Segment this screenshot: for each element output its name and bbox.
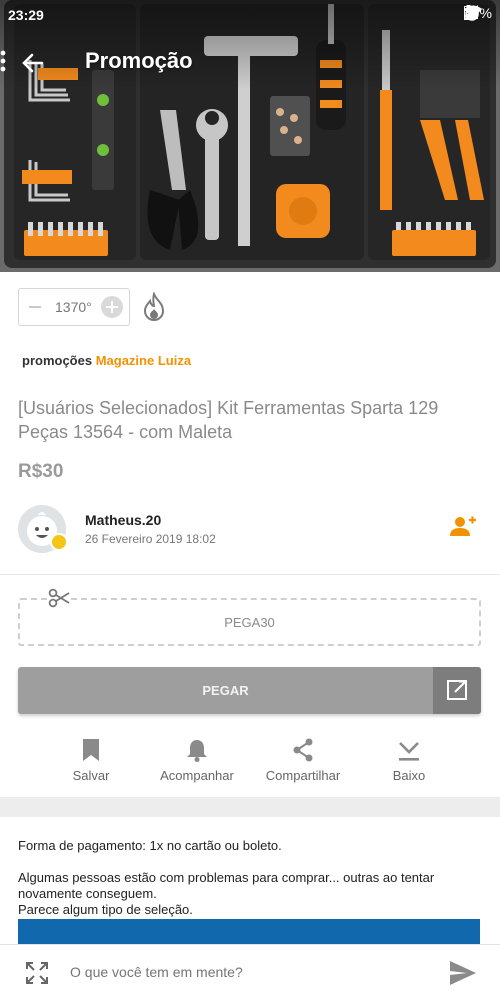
author-name[interactable]: Matheus.20 (85, 512, 161, 528)
arrow-back-icon[interactable] (18, 48, 48, 78)
scissors-icon (48, 588, 70, 608)
divider (0, 574, 500, 575)
coupon-box[interactable]: PEGA30 (18, 598, 481, 646)
store-line: promoções Magazine Luiza (22, 353, 191, 368)
plus-icon[interactable] (101, 296, 123, 318)
send-icon[interactable] (449, 960, 477, 986)
follow-action[interactable]: Acompanhar (142, 738, 252, 783)
share-label: Compartilhar (265, 768, 341, 783)
chevron-down-icon (399, 742, 419, 761)
deal-title: [Usuários Selecionados] Kit Ferramentas … (18, 398, 439, 442)
fire-icon (143, 292, 165, 321)
save-action[interactable]: Salvar (36, 738, 146, 783)
get-deal-label: PEGAR (202, 683, 249, 698)
bookmark-icon (83, 739, 99, 761)
get-deal-button[interactable]: PEGAR (18, 667, 481, 714)
share-icon (293, 738, 313, 762)
description-line-1: Algumas pessoas estão com problemas para… (18, 870, 435, 901)
downvote-label: Baixo (392, 768, 426, 783)
post-date: 26 Fevereiro 2019 18:02 (85, 532, 216, 546)
status-bar: 23:29 37% (0, 0, 500, 32)
bell-icon (187, 740, 207, 762)
vote-count: 1370° (55, 299, 92, 315)
store-name[interactable]: Magazine Luiza (96, 353, 191, 368)
deal-description: Forma de pagamento: 1x no cartão ou bole… (18, 838, 483, 918)
status-time: 23:29 (8, 7, 44, 23)
coupon-code: PEGA30 (224, 615, 275, 630)
deal-price: R$30 (18, 461, 64, 482)
store-prefix: promoções (22, 353, 93, 368)
open-external-icon (447, 680, 467, 700)
description-line-2: Parece algum tipo de seleção. (18, 902, 193, 917)
expand-icon[interactable] (26, 962, 48, 984)
payment-text: Forma de pagamento: 1x no cartão ou bole… (18, 838, 282, 853)
save-label: Salvar (72, 768, 110, 783)
follow-label: Acompanhar (160, 768, 234, 783)
add-person-icon[interactable] (450, 516, 476, 538)
user-badge-icon (50, 533, 68, 551)
vote-control: 1370° (18, 288, 130, 326)
comment-bar (0, 944, 500, 1001)
action-bar: Salvar Acompanhar Compartilhar Baixo (0, 738, 500, 788)
comment-input[interactable] (70, 964, 430, 980)
app-bar: Promoção (0, 36, 500, 88)
minus-icon[interactable] (29, 306, 41, 308)
status-icons: 37% (463, 5, 492, 21)
open-external-button[interactable] (433, 667, 481, 714)
page-title: Promoção (85, 48, 193, 73)
product-image: 23:29 37% Promoção (0, 0, 500, 272)
share-action[interactable]: Compartilhar (248, 738, 358, 783)
downvote-action[interactable]: Baixo (354, 738, 464, 783)
section-separator (0, 797, 500, 817)
battery-icon (463, 5, 473, 20)
more-vertical-icon[interactable] (0, 50, 6, 72)
